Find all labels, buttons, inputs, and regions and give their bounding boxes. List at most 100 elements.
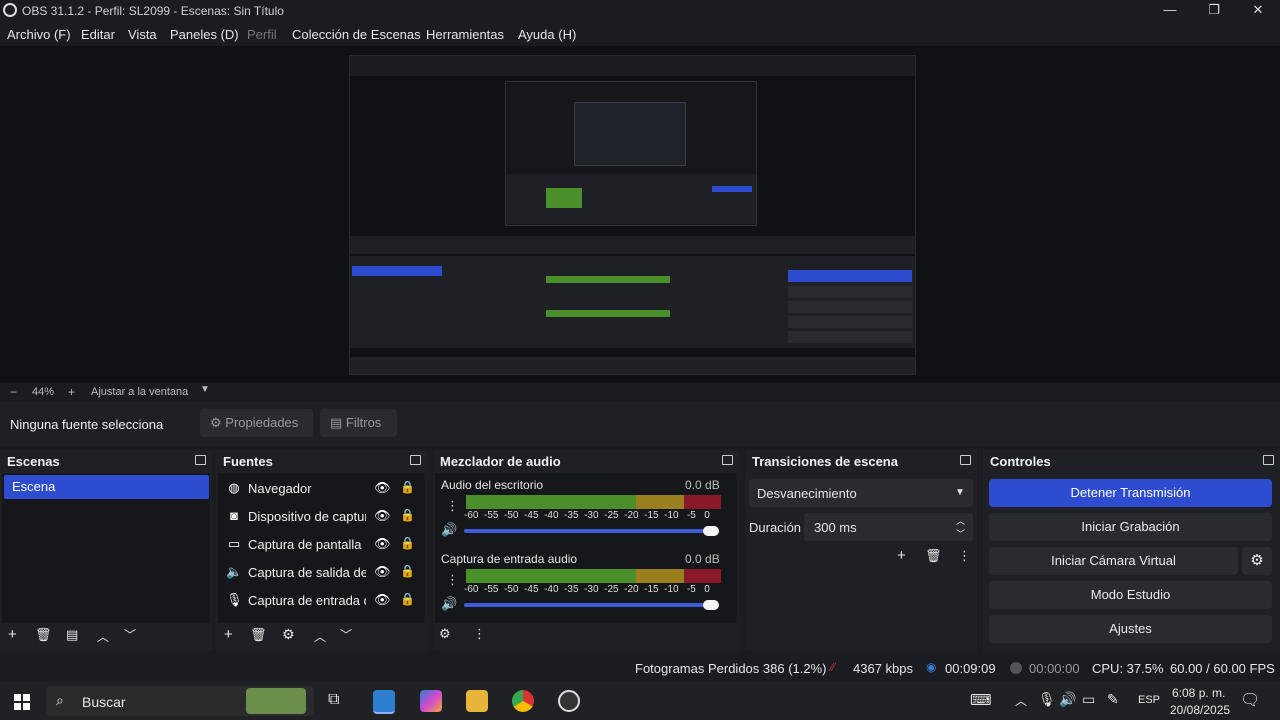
taskbar-search-box[interactable]: ⌕ Buscar (46, 686, 314, 716)
volume-icon[interactable]: 🔊 (1059, 691, 1076, 708)
language-indicator[interactable]: ESP (1138, 694, 1160, 706)
cpu-usage: CPU: 37.5% (1092, 661, 1164, 676)
edge-browser-icon[interactable] (373, 690, 395, 714)
studio-mode-button[interactable]: Modo Estudio (989, 581, 1272, 609)
chevron-down-icon[interactable]: ▼ (200, 384, 210, 395)
eye-icon[interactable]: 👁 (374, 564, 391, 580)
lock-icon[interactable]: 🔒 (400, 536, 415, 550)
duration-spinbox[interactable]: 300 ms ︿ ﹀ (804, 513, 973, 541)
scene-filters-icon[interactable]: ▤ (66, 627, 78, 643)
channel-menu-icon[interactable]: ⋮ (446, 572, 459, 588)
remove-transition-icon[interactable]: 🗑 (925, 548, 942, 564)
sources-float-icon[interactable] (410, 455, 421, 465)
clock-date[interactable]: 20/08/2025 (1170, 703, 1230, 717)
chevron-up-icon[interactable]: ︿ (956, 514, 965, 527)
menu-vista[interactable]: Vista (128, 27, 157, 42)
source-row[interactable]: ◍ Navegador 👁 🔒 (224, 475, 415, 501)
move-down-icon[interactable]: ﹀ (124, 626, 136, 643)
channel-menu-icon[interactable]: ⋮ (446, 498, 459, 514)
keyboard-icon[interactable]: ⌨ (970, 691, 992, 709)
chrome-icon[interactable] (512, 690, 534, 712)
menu-paneles[interactable]: Paneles (D) (170, 27, 239, 42)
preview-scene-item (352, 266, 442, 276)
source-row[interactable]: 🔈 Captura de salida de audio 👁 🔒 (224, 559, 415, 585)
filter-icon: ▤ (330, 415, 343, 430)
menu-coleccion-escenas[interactable]: Colección de Escenas (292, 27, 421, 42)
clock-time[interactable]: 6:08 p. m. (1172, 686, 1225, 700)
menu-archivo[interactable]: Archivo (F) (7, 27, 71, 42)
source-row[interactable]: ▭ Captura de pantalla 👁 🔒 (224, 531, 415, 557)
transition-menu-icon[interactable]: ⋮ (958, 548, 971, 564)
lock-icon[interactable]: 🔒 (400, 564, 415, 578)
channel-name: Audio del escritorio (441, 478, 544, 492)
add-scene-icon[interactable]: + (8, 626, 17, 643)
move-up-icon[interactable]: ︿ (97, 628, 109, 645)
advanced-audio-gear-icon[interactable]: ⚙ (439, 626, 451, 642)
transitions-float-icon[interactable] (960, 455, 971, 465)
volume-slider-handle[interactable] (703, 600, 719, 610)
speaker-icon[interactable]: 🔊 (441, 522, 457, 538)
notifications-icon[interactable]: 🗨 (1240, 690, 1260, 710)
copilot-icon[interactable] (420, 690, 442, 712)
preview-record-button (788, 286, 912, 298)
transition-select[interactable]: Desvanecimiento ▼ (749, 479, 973, 507)
title-bar: OBS 31.1.2 - Perfil: SL2099 - Escenas: S… (0, 0, 1280, 22)
mixer-float-icon[interactable] (722, 455, 733, 465)
fit-to-window-label[interactable]: Ajustar a la ventana (91, 386, 188, 398)
speaker-icon[interactable]: 🔊 (441, 596, 457, 612)
scene-item[interactable]: Escena (4, 475, 209, 499)
recording-icon (1010, 662, 1022, 674)
remove-source-icon[interactable]: 🗑 (250, 627, 267, 643)
scenes-list: Escena (2, 473, 210, 623)
add-source-icon[interactable]: + (224, 626, 233, 643)
file-explorer-icon[interactable] (466, 690, 488, 712)
start-virtual-camera-button[interactable]: Iniciar Cámara Virtual (989, 547, 1238, 575)
lock-icon[interactable]: 🔒 (400, 480, 415, 494)
chevron-down-icon[interactable]: ﹀ (956, 527, 965, 540)
eye-icon[interactable]: 👁 (374, 536, 391, 552)
source-row[interactable]: 🎙 Captura de entrada de audio 👁 🔒 (224, 587, 415, 613)
chevron-up-icon[interactable]: ︿ (1015, 692, 1027, 709)
meter-ticks: -60 -55 -50 -45 -40 -35 -30 -25 -20 -15 … (464, 510, 710, 521)
microphone-icon[interactable]: 🎙 (1038, 691, 1056, 708)
scenes-float-icon[interactable] (195, 455, 206, 465)
add-transition-icon[interactable]: + (897, 547, 906, 564)
source-row[interactable]: ◙ Dispositivo de captura de video 👁 🔒 (224, 503, 415, 529)
windows-start-icon[interactable] (14, 694, 30, 710)
minimize-button[interactable]: — (1148, 0, 1192, 22)
source-properties-gear-icon[interactable]: ⚙ (282, 626, 295, 643)
start-recording-button[interactable]: Iniciar Grabación (989, 513, 1272, 541)
zoom-out-button[interactable]: − (10, 385, 17, 399)
filters-button[interactable]: ▤ Filtros (320, 409, 397, 437)
volume-slider[interactable] (464, 603, 719, 607)
menu-editar[interactable]: Editar (81, 27, 115, 42)
controls-dock: Controles Detener Transmisión Iniciar Gr… (983, 450, 1280, 650)
settings-button[interactable]: Ajustes (989, 615, 1272, 643)
zoom-in-button[interactable]: + (68, 385, 75, 399)
obs-taskbar-icon[interactable] (558, 690, 580, 712)
network-icon[interactable]: ▭ (1082, 691, 1095, 708)
maximize-button[interactable]: ❐ (1192, 0, 1236, 22)
volume-slider[interactable] (464, 529, 719, 533)
mixer-menu-icon[interactable]: ⋮ (473, 626, 486, 642)
menu-ayuda[interactable]: Ayuda (H) (518, 27, 576, 42)
move-up-icon[interactable]: ︿ (314, 628, 326, 645)
menu-perfil[interactable]: Perfil (247, 27, 277, 42)
eye-icon[interactable]: 👁 (374, 508, 391, 524)
close-button[interactable]: ✕ (1236, 0, 1280, 22)
lock-icon[interactable]: 🔒 (400, 508, 415, 522)
pen-icon[interactable]: ✎ (1107, 691, 1119, 708)
stop-streaming-button[interactable]: Detener Transmisión (989, 479, 1272, 507)
remove-scene-icon[interactable]: 🗑 (35, 627, 52, 643)
eye-icon[interactable]: 👁 (374, 592, 391, 608)
properties-button[interactable]: ⚙ Propiedades (200, 409, 313, 437)
volume-slider-handle[interactable] (703, 526, 719, 536)
move-down-icon[interactable]: ﹀ (340, 626, 352, 643)
controls-float-icon[interactable] (1263, 455, 1274, 465)
eye-icon[interactable]: 👁 (374, 480, 391, 496)
virtual-camera-settings-gear-icon[interactable]: ⚙ (1242, 547, 1272, 575)
preview-canvas[interactable] (349, 55, 916, 375)
task-view-icon[interactable]: ⧉ (328, 691, 339, 709)
lock-icon[interactable]: 🔒 (400, 592, 415, 606)
menu-herramientas[interactable]: Herramientas (426, 27, 504, 42)
